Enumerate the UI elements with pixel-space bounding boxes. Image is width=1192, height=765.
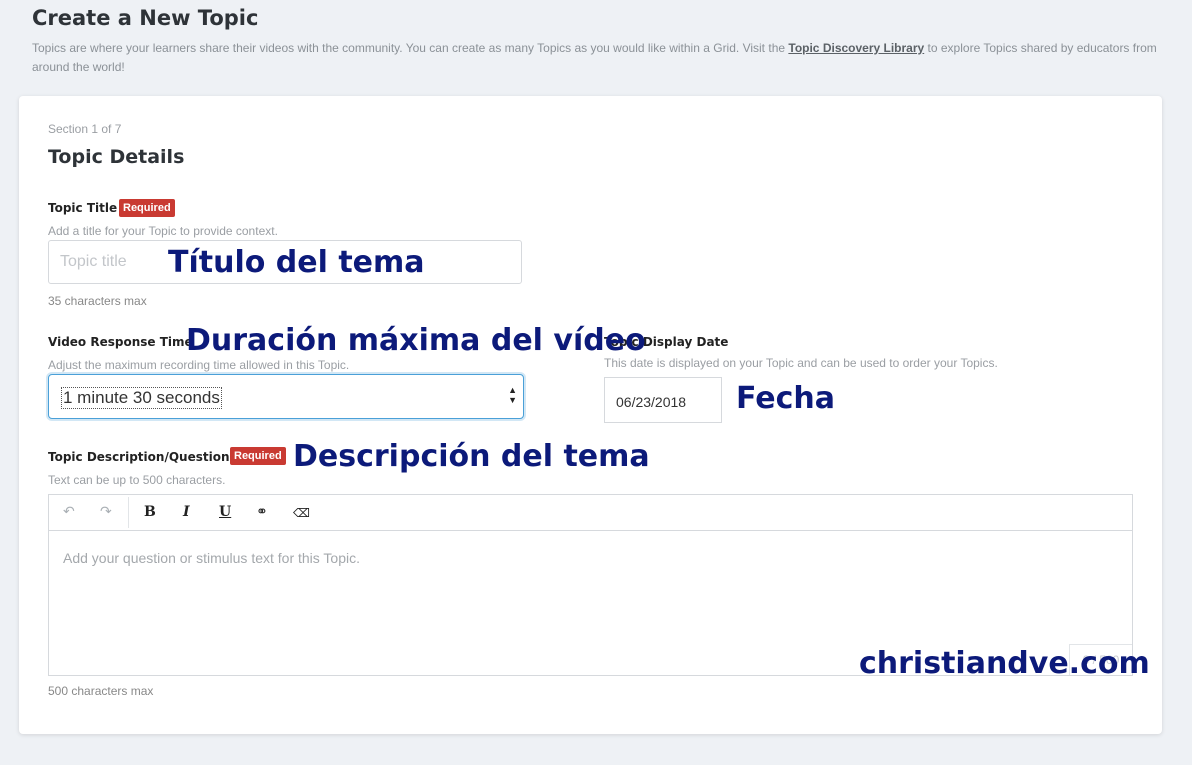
redo-icon[interactable]: ↷ [100,504,112,520]
clear-format-icon[interactable]: ⌫ [293,506,310,520]
required-badge: Required [119,199,175,217]
topic-title-limit: 35 characters max [48,294,147,308]
page-description: Topics are where your learners share the… [32,39,1162,77]
required-badge: Required [230,447,286,465]
underline-icon[interactable]: U [219,504,231,520]
video-response-time-help: Adjust the maximum recording time allowe… [48,358,350,372]
page-header: Create a New Topic Topics are where your… [32,6,1162,77]
annotation-duration: Duración máxima del vídeo [186,323,646,358]
topic-title-label: Topic Title [48,201,118,215]
section-counter: Section 1 of 7 [48,122,122,136]
video-response-time-select[interactable]: 1 minute 30 seconds ▲ ▼ [48,374,524,419]
page-description-text: Topics are where your learners share the… [32,41,789,55]
topic-form-card: Section 1 of 7 Topic Details Topic Title… [19,96,1162,734]
undo-icon[interactable]: ↶ [63,504,75,520]
description-limit: 500 characters max [48,684,154,698]
link-icon[interactable]: ⚭ [256,504,268,520]
topic-title-help: Add a title for your Topic to provide co… [48,224,278,238]
annotation-date: Fecha [736,381,836,416]
bold-icon[interactable]: B [144,504,156,520]
select-value: 1 minute 30 seconds [61,387,222,409]
toolbar-divider [128,497,129,528]
topic-description-label: Topic Description/Question [48,450,230,464]
watermark: christiandve.com [859,646,1150,681]
italic-icon[interactable]: I [183,504,190,520]
page-title: Create a New Topic [32,6,259,30]
description-placeholder: Add your question or stimulus text for t… [63,550,360,566]
select-arrows-icon: ▲ ▼ [508,385,517,405]
section-title: Topic Details [48,146,185,168]
topic-discovery-library-link[interactable]: Topic Discovery Library [788,41,924,55]
topic-display-date-help: This date is displayed on your Topic and… [604,356,998,370]
topic-display-date-input[interactable]: 06/23/2018 [604,377,722,423]
annotation-title: Título del tema [168,245,425,280]
video-response-time-label: Video Response Time [48,335,193,349]
annotation-description: Descripción del tema [293,439,650,474]
editor-toolbar: ↶ ↷ B I U ⚭ ⌫ [49,495,1132,531]
topic-description-help: Text can be up to 500 characters. [48,473,226,487]
